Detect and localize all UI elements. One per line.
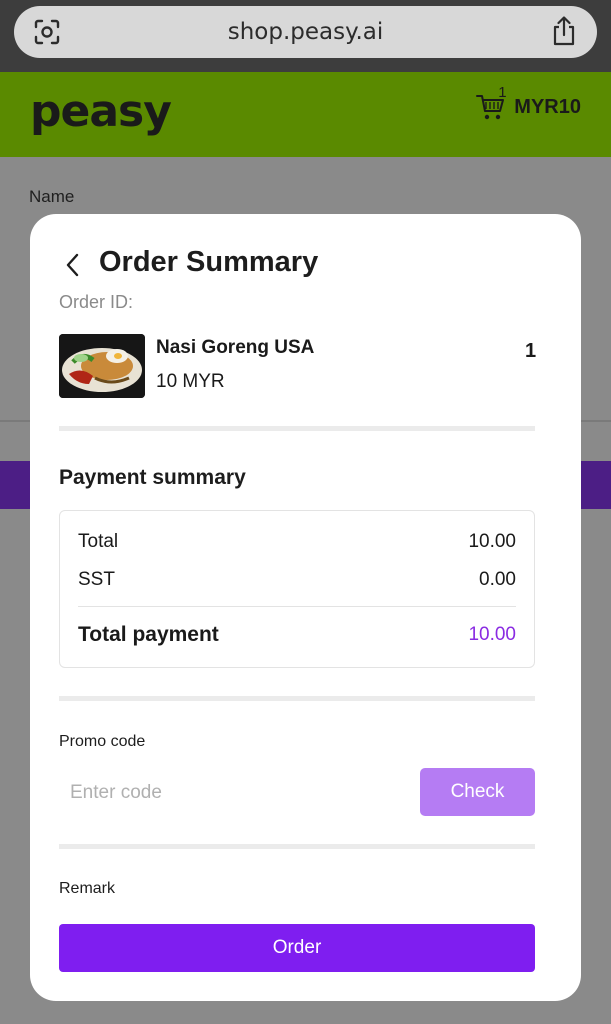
item-price: 10 MYR — [156, 371, 225, 392]
total-row: Total 10.00 — [78, 531, 516, 553]
total-value: 10.00 — [468, 531, 516, 552]
cart-icon: 1 — [476, 84, 507, 122]
peasy-logo[interactable]: peasy — [30, 86, 172, 137]
item-name: Nasi Goreng USA — [156, 337, 315, 358]
cart-count-badge: 1 — [498, 84, 507, 101]
cart-total: MYR10 — [514, 95, 581, 118]
item-quantity: 1 — [525, 340, 537, 362]
order-summary-modal: Order Summary Order ID: Nasi Goreng USA … — [30, 214, 581, 1001]
section-divider — [59, 426, 535, 431]
payment-summary-box: Total 10.00 SST 0.00 Total payment 10.00 — [59, 510, 535, 668]
total-payment-label: Total payment — [78, 623, 219, 646]
cart-button[interactable]: 1 MYR10 — [476, 84, 581, 122]
payment-summary-heading: Payment summary — [59, 466, 246, 489]
section-divider — [59, 844, 535, 849]
payment-divider — [78, 606, 516, 607]
food-image — [59, 334, 145, 398]
promo-code-input[interactable] — [59, 768, 412, 818]
promo-code-label: Promo code — [59, 733, 146, 750]
app-header: peasy 1 MYR10 — [0, 72, 611, 157]
check-button[interactable]: Check — [420, 768, 535, 816]
total-label: Total — [78, 531, 119, 552]
total-payment-value: 10.00 — [468, 624, 516, 645]
sst-row: SST 0.00 — [78, 569, 516, 591]
lens-icon[interactable] — [34, 19, 60, 45]
name-label: Name — [29, 187, 75, 206]
order-button[interactable]: Order — [59, 924, 535, 972]
share-icon[interactable] — [551, 16, 577, 46]
url-text: shop.peasy.ai — [227, 19, 384, 45]
back-chevron-icon[interactable] — [62, 252, 84, 278]
sst-label: SST — [78, 569, 115, 590]
modal-title: Order Summary — [99, 246, 319, 278]
address-bar[interactable]: shop.peasy.ai — [14, 6, 597, 58]
browser-bar: shop.peasy.ai — [0, 0, 611, 72]
remark-label: Remark — [59, 880, 116, 897]
section-divider — [59, 696, 535, 701]
sst-value: 0.00 — [479, 569, 516, 590]
total-payment-row: Total payment 10.00 — [78, 623, 516, 647]
order-id-label: Order ID: — [59, 292, 134, 312]
